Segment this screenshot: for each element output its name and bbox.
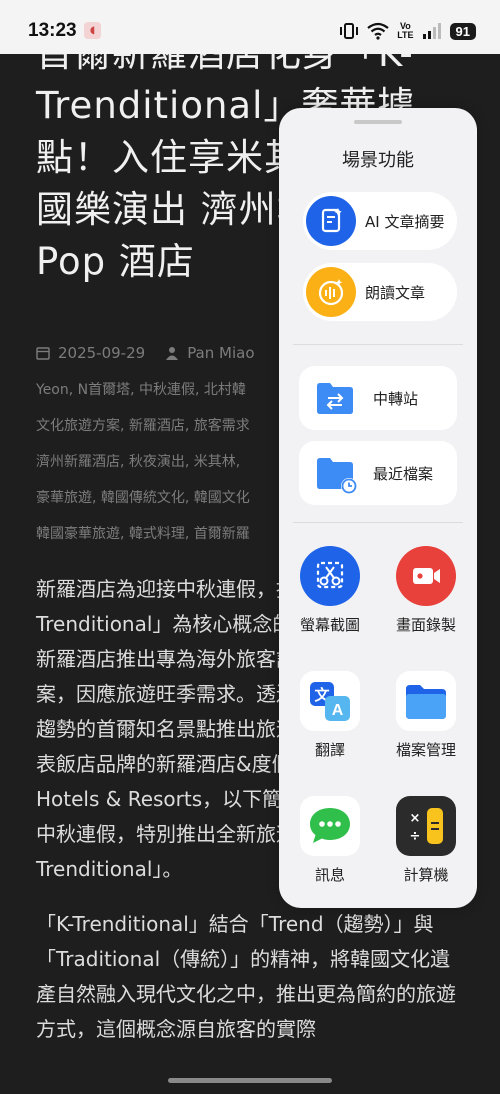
svg-text:÷: ÷ [410,829,421,844]
svg-text:×: × [410,811,421,826]
app-screenshot[interactable]: 螢幕截圖 [285,546,375,635]
video-icon [396,546,456,606]
app-label: 畫面錄製 [395,616,456,634]
status-bar: 13:23 ◖ Vo LTE 91 [0,0,500,54]
battery-indicator: 91 [449,22,476,40]
app-messages[interactable]: 訊息 [285,796,375,885]
message-icon [300,796,360,856]
author-icon [166,347,179,360]
calendar-icon [36,347,50,360]
article-author[interactable]: Pan Miao [187,344,254,362]
read-aloud-button[interactable]: 朗讀文章 [303,263,457,321]
recent-files-label: 最近檔案 [373,465,434,483]
folder-icon [396,671,456,731]
transfer-station-button[interactable]: 中轉站 [299,366,457,430]
notification-app-icon: ◖ [84,22,101,39]
app-file-manager[interactable]: 檔案管理 [381,671,471,760]
transfer-folder-icon [317,383,353,414]
app-label: 翻譯 [314,741,345,759]
home-indicator[interactable] [168,1078,332,1083]
app-translate[interactable]: 文 A 翻譯 [285,671,375,760]
app-screen-record[interactable]: 畫面錄製 [381,546,471,635]
ai-summary-button[interactable]: AI 文章摘要 [303,192,457,250]
wifi-icon [367,22,389,40]
article-paragraph: 「K-Trenditional」結合「Trend（趨勢）」與「Tradition… [36,912,456,1041]
calculator-icon: × ÷ [396,796,456,856]
scene-functions-panel: 場景功能 AI 文章摘要 朗讀文章 中轉站 最近檔案 螢幕截圖 畫面錄製 文 A… [279,108,477,908]
article-meta: 2025-09-29 Pan Miao [36,344,255,362]
recent-folder-icon [317,458,357,494]
svg-text:A: A [332,702,344,719]
translate-icon: 文 A [300,671,360,731]
read-aloud-label: 朗讀文章 [365,284,426,302]
ai-summary-label: AI 文章摘要 [365,213,445,231]
app-label: 計算機 [403,866,449,884]
ai-summary-icon [306,196,356,246]
panel-title: 場景功能 [342,150,414,171]
signal-icon [422,23,441,39]
app-label: 訊息 [314,866,345,884]
status-time: 13:23 [28,20,77,41]
status-icons: Vo LTE 91 [339,19,476,43]
panel-divider [293,522,463,523]
app-calculator[interactable]: × ÷ 計算機 [381,796,471,885]
app-label: 螢幕截圖 [299,616,360,634]
recent-files-button[interactable]: 最近檔案 [299,441,457,505]
vibrate-icon [340,23,359,39]
app-label: 檔案管理 [395,741,456,759]
transfer-station-label: 中轉站 [373,390,419,408]
volte-indicator: Vo LTE [397,21,414,40]
panel-divider [293,344,463,345]
article-date: 2025-09-29 [58,344,146,362]
read-aloud-icon [306,267,356,317]
scissors-icon [300,546,360,606]
panel-drag-handle[interactable] [354,120,402,124]
